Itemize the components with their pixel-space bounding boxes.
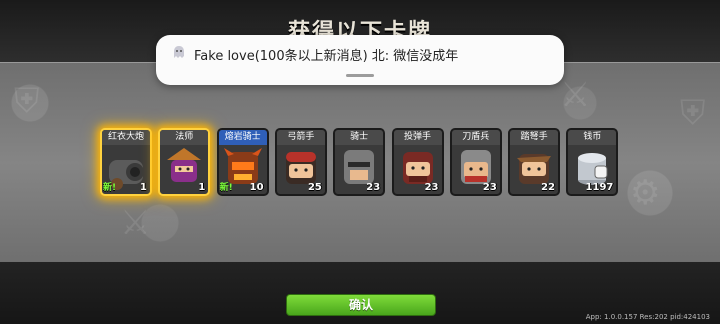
ghost-app-icon: [174, 46, 184, 58]
reward-card[interactable]: 法师 1: [158, 128, 211, 196]
card-name: 红衣大炮: [102, 130, 150, 145]
confirm-button[interactable]: 确认: [286, 294, 436, 316]
card-count: 25: [307, 182, 322, 193]
shield-emblem-icon: ⛨: [14, 81, 40, 121]
card-name: 弓箭手: [276, 130, 325, 145]
sword-emblem-icon: ⚔: [120, 203, 151, 243]
system-notification[interactable]: Fake love(100条以上新消息) 北: 微信没成年: [156, 35, 564, 85]
card-name: 投弹手: [393, 130, 442, 145]
card-name: 踏弩手: [510, 130, 559, 145]
card-name: 骑士: [335, 130, 384, 145]
card-name: 钱币: [568, 130, 617, 145]
card-count: 22: [541, 182, 556, 193]
reward-card[interactable]: 踏弩手 22: [508, 128, 561, 196]
card-count: 1: [198, 182, 206, 193]
reward-card[interactable]: 骑士 23: [333, 128, 386, 196]
reward-card[interactable]: 红衣大炮新! 1: [100, 128, 152, 196]
version-info: App: 1.0.0.157 Res:202 pid:424103: [585, 313, 710, 321]
card-count: 23: [366, 182, 381, 193]
sword-emblem-icon: ⚔: [560, 75, 591, 115]
notification-drag-handle[interactable]: [346, 74, 374, 77]
card-count: 1197: [585, 182, 614, 193]
card-name: 熔岩骑士: [218, 130, 267, 145]
card-name: 刀盾兵: [451, 130, 500, 145]
reward-card[interactable]: 钱币 1197: [566, 128, 619, 196]
reward-card[interactable]: 熔岩骑士新! 10: [216, 128, 269, 196]
new-badge: 新!: [103, 183, 117, 193]
reward-card[interactable]: 投弹手 23: [391, 128, 444, 196]
card-count: 10: [249, 182, 264, 193]
card-count: 1: [140, 182, 147, 193]
shield-emblem-icon: ⛨: [680, 93, 706, 133]
card-count: 23: [424, 182, 439, 193]
new-badge: 新!: [219, 183, 233, 193]
reward-card[interactable]: 刀盾兵 23: [449, 128, 502, 196]
card-count: 23: [482, 182, 497, 193]
card-name: 法师: [160, 130, 209, 145]
gear-emblem-icon: ⚙: [630, 173, 661, 213]
notification-text: Fake love(100条以上新消息) 北: 微信没成年: [194, 49, 459, 64]
reward-card[interactable]: 弓箭手 25: [274, 128, 327, 196]
